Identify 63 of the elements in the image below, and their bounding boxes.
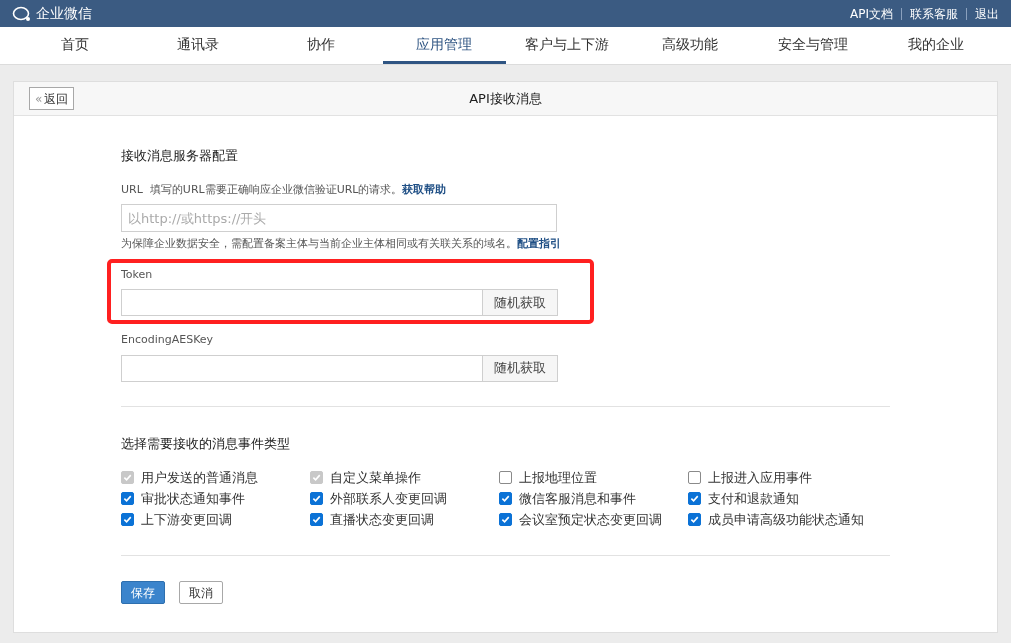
nav-tab[interactable]: 首页	[14, 27, 137, 64]
nav-tab[interactable]: 协作	[259, 27, 383, 64]
header-link[interactable]: 联系客服	[910, 4, 958, 23]
section-heading: 选择需要接收的消息事件类型	[121, 434, 291, 453]
header-link[interactable]: API文档	[850, 4, 893, 23]
checkbox-label: 用户发送的普通消息	[141, 468, 258, 487]
checkbox-label: 成员申请高级功能状态通知	[708, 510, 864, 529]
nav-tab[interactable]: 安全与管理	[751, 27, 875, 64]
cancel-button[interactable]: 取消	[179, 581, 223, 604]
checkbox-label: 上报进入应用事件	[708, 468, 812, 487]
checkbox[interactable]	[688, 513, 701, 526]
nav-tab[interactable]: 我的企业	[874, 27, 997, 64]
field-label: Token	[121, 266, 154, 283]
checkbox[interactable]	[310, 492, 323, 505]
back-button[interactable]: « 返回	[29, 87, 75, 110]
check-icon	[123, 473, 132, 482]
url-hint: URL 填写的URL需要正确响应企业微信验证URL的请求。获取帮助	[121, 181, 448, 198]
checkbox[interactable]	[499, 492, 512, 505]
checkbox[interactable]	[310, 513, 323, 526]
panel-title: API接收消息	[469, 89, 542, 108]
checkbox-label: 外部联系人变更回调	[330, 489, 447, 508]
checkbox-label: 支付和退款通知	[708, 489, 799, 508]
check-icon	[312, 473, 321, 482]
checkbox-label: 审批状态通知事件	[141, 489, 245, 508]
nav-tab[interactable]: 通讯录	[136, 27, 260, 64]
check-icon	[312, 515, 321, 524]
check-icon	[501, 494, 510, 503]
checkbox-label: 上下游变更回调	[141, 510, 232, 529]
random-button[interactable]: 随机获取	[483, 354, 558, 382]
logo-text: 企业微信	[36, 4, 92, 23]
check-icon	[312, 494, 321, 503]
chat-bubble-icon	[12, 5, 32, 22]
double-chevron-icon: «	[35, 89, 43, 108]
key-input[interactable]	[121, 289, 483, 316]
key-input[interactable]	[121, 354, 483, 382]
checkbox-label: 微信客服消息和事件	[519, 489, 636, 508]
check-icon	[690, 494, 699, 503]
checkbox[interactable]	[499, 471, 512, 484]
checkbox[interactable]	[121, 513, 134, 526]
header-link[interactable]: 退出	[975, 4, 999, 23]
check-icon	[501, 515, 510, 524]
checkbox[interactable]	[688, 492, 701, 505]
checkbox[interactable]	[688, 471, 701, 484]
nav-tab[interactable]: 高级功能	[628, 27, 752, 64]
save-button[interactable]: 保存	[121, 581, 165, 604]
nav-tab[interactable]: 应用管理	[382, 27, 506, 64]
section-heading: 接收消息服务器配置	[121, 147, 239, 165]
checkbox-label: 上报地理位置	[519, 468, 597, 487]
field-label: EncodingAESKey	[121, 332, 215, 348]
checkbox-label: 会议室预定状态变更回调	[519, 510, 662, 529]
nav-tab[interactable]: 客户与上下游	[505, 27, 629, 64]
check-icon	[123, 494, 132, 503]
checkbox-label: 自定义菜单操作	[330, 468, 421, 487]
checkbox-label: 直播状态变更回调	[330, 510, 434, 529]
checkbox[interactable]	[121, 492, 134, 505]
check-icon	[123, 515, 132, 524]
domain-note: 为保障企业数据安全，需配置备案主体与当前企业主体相同或有关联关系的域名。配置指引	[121, 236, 562, 252]
url-input[interactable]: 以http://或https://开头	[121, 204, 557, 232]
help-link[interactable]: 获取帮助	[402, 182, 447, 196]
random-button[interactable]: 随机获取	[483, 289, 558, 316]
checkbox[interactable]	[499, 513, 512, 526]
guide-link[interactable]: 配置指引	[517, 237, 561, 250]
check-icon	[690, 515, 699, 524]
